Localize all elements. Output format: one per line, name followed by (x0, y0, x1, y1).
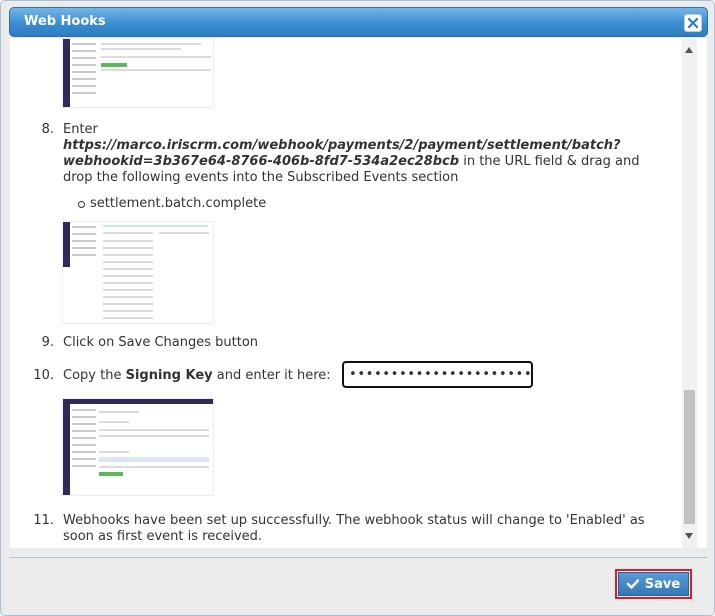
screenshot-image (62, 38, 214, 108)
close-icon (688, 18, 698, 28)
step-8: 8. Enter https://marco.iriscrm.com/webho… (10, 122, 682, 185)
save-button-highlight: Save (615, 569, 692, 599)
webhook-url-line-1: https://marco.iriscrm.com/webhook/paymen… (63, 138, 621, 153)
webhook-url-line-2: webhookid=3b367e64-8766-406b-8fd7-534a2e… (63, 154, 460, 169)
scroll-down-icon[interactable] (685, 533, 693, 539)
step-text: Copy the (63, 368, 126, 383)
step-label: Enter (63, 122, 98, 137)
step-text: soon as first event is received. (63, 529, 263, 544)
instructions-scroll-area[interactable]: 8. Enter https://marco.iriscrm.com/webho… (10, 38, 682, 548)
save-button-label: Save (644, 576, 681, 592)
event-list: settlement.batch.complete (10, 196, 682, 212)
step-number: 8. (41, 122, 54, 137)
save-button[interactable]: Save (618, 572, 689, 596)
scrollbar-thumb[interactable] (684, 390, 695, 524)
step-11: 11. Webhooks have been set up successful… (10, 513, 682, 545)
dialog-titlebar: Web Hooks (9, 7, 708, 37)
close-button[interactable] (684, 14, 702, 32)
signing-key-label: Signing Key (125, 368, 213, 383)
step-text: Click on Save Changes button (63, 335, 259, 350)
scroll-up-icon[interactable] (685, 47, 693, 53)
screenshot-image (62, 221, 214, 324)
event-item: settlement.batch.complete (77, 196, 267, 211)
footer-divider (10, 557, 707, 558)
step-9: 9. Click on Save Changes button (10, 335, 682, 351)
step-text: and enter it here: (212, 368, 331, 383)
screenshot-image (62, 398, 214, 496)
step-number: 10. (33, 368, 54, 383)
vertical-scrollbar[interactable] (682, 38, 697, 548)
check-icon (626, 579, 639, 589)
dialog-content: 8. Enter https://marco.iriscrm.com/webho… (10, 38, 707, 548)
signing-key-input[interactable]: •••••••••••••••••••••••• (342, 361, 533, 388)
webhooks-dialog: Web Hooks 8. Enter https://marco.iriscrm… (0, 0, 715, 616)
dialog-title: Web Hooks (24, 14, 106, 29)
step-text: Webhooks have been set up successfully. … (63, 513, 645, 528)
step-text: drop the following events into the Subsc… (63, 170, 459, 185)
step-text: in the URL field & drag and (459, 154, 640, 169)
step-number: 11. (33, 513, 54, 528)
step-number: 9. (41, 335, 54, 350)
